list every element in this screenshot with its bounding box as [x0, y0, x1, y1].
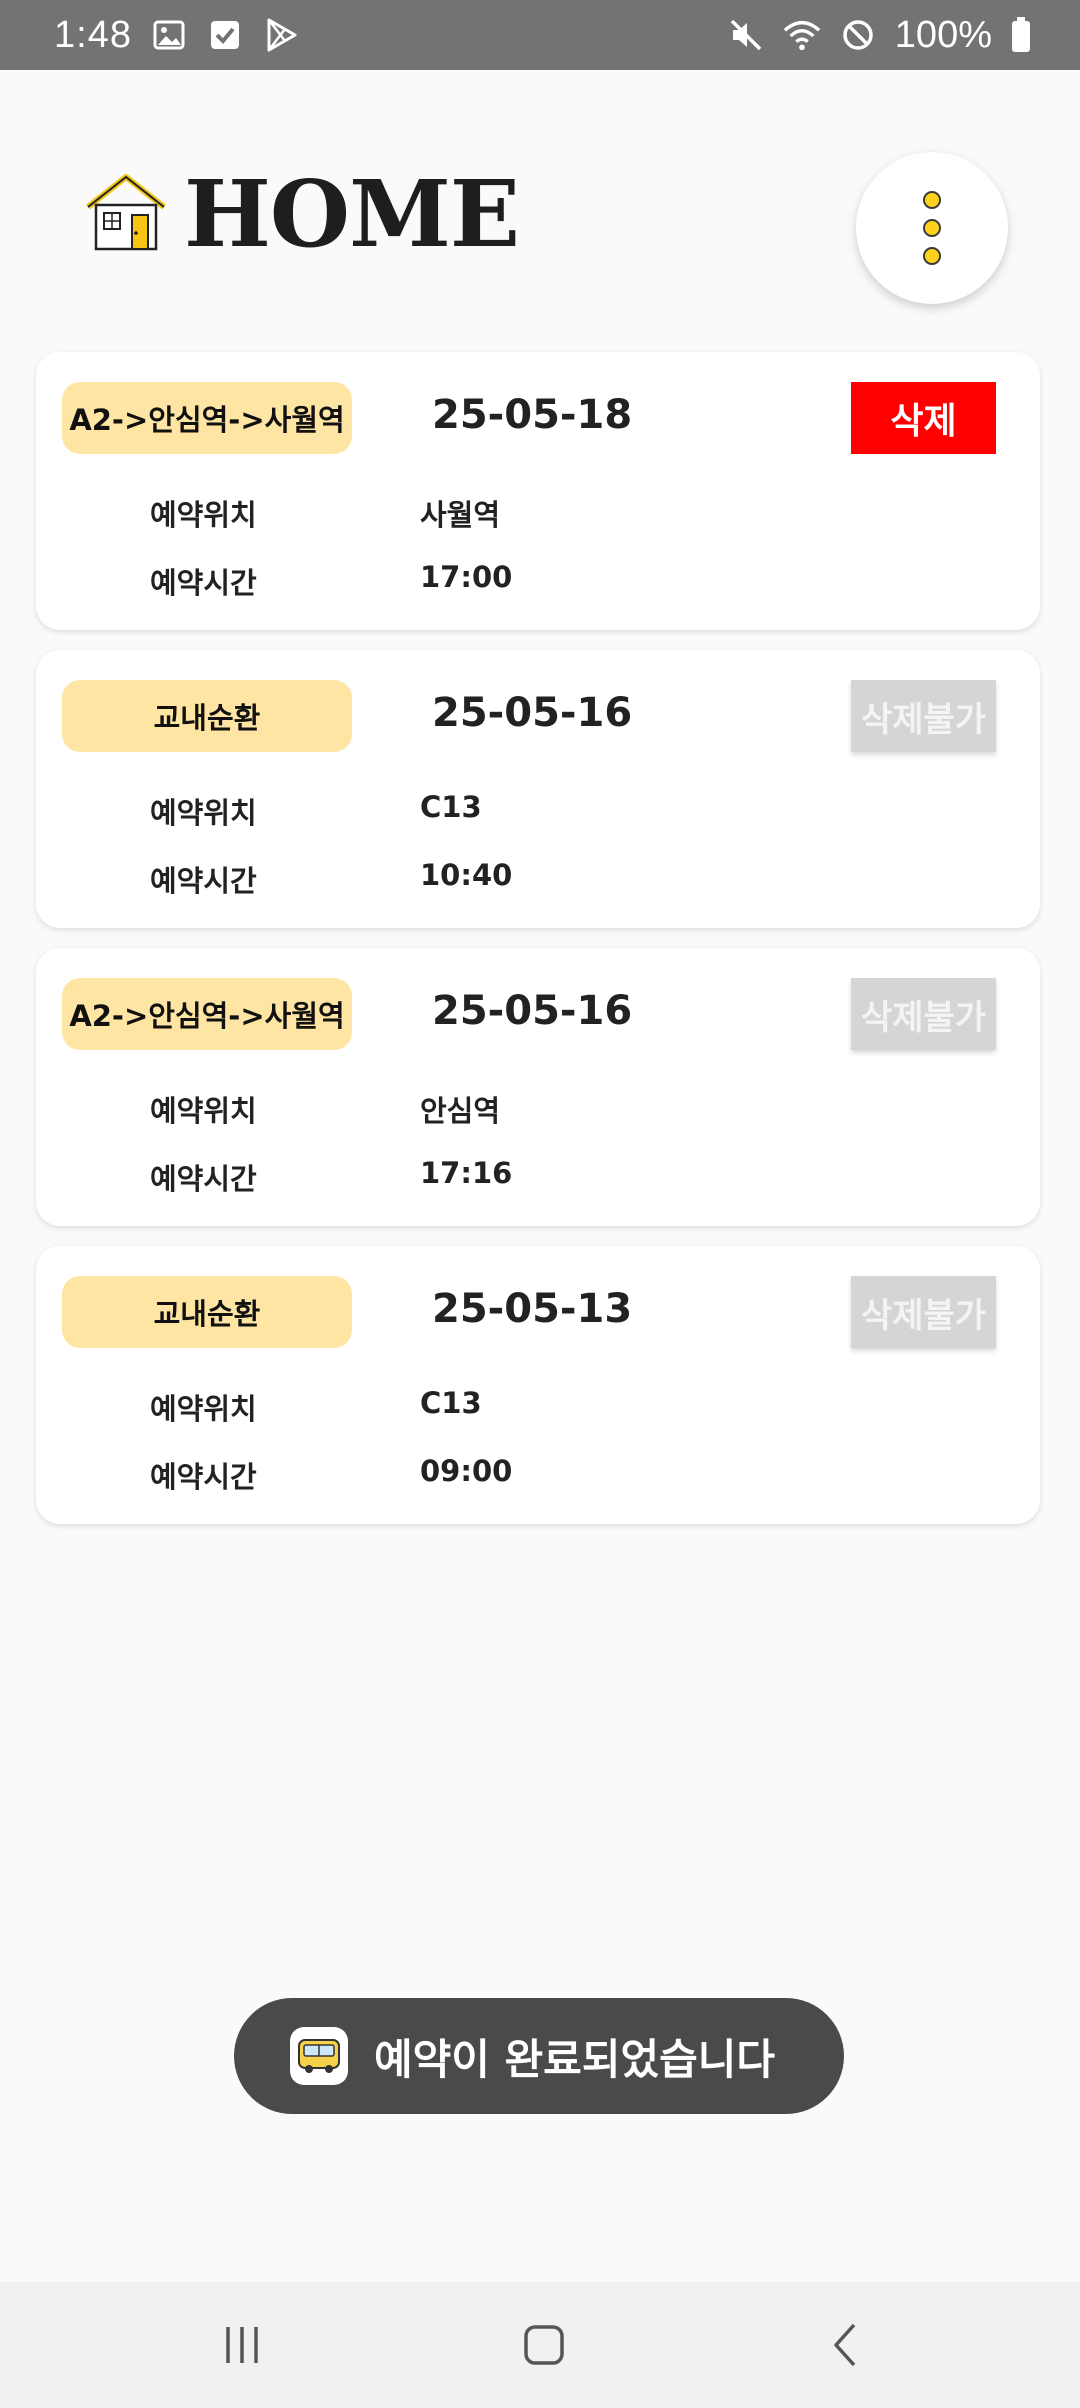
reservation-card: 교내순환 25-05-16 삭제불가 예약위치 C13 예약시간 10:40 — [36, 650, 1040, 928]
menu-dot — [923, 247, 941, 265]
reservation-card: A2->안심역->사월역 25-05-18 삭제 예약위치 사월역 예약시간 1… — [36, 352, 1040, 630]
house-icon — [86, 173, 166, 255]
do-not-disturb-icon — [839, 16, 877, 54]
recent-apps-icon — [226, 2327, 258, 2363]
home-icon — [524, 2325, 564, 2365]
delete-button[interactable]: 삭제 — [851, 382, 996, 454]
route-badge: 교내순환 — [62, 680, 352, 752]
battery-percent: 100% — [894, 13, 992, 56]
toast-text: 예약이 완료되었습니다 — [374, 2034, 776, 2084]
page-header: HOME — [86, 160, 520, 268]
wifi-icon — [783, 16, 821, 54]
time-value: 17:16 — [420, 1156, 513, 1190]
time-label: 예약시간 — [150, 566, 257, 600]
back-button[interactable] — [806, 2310, 886, 2380]
status-bar: 1:48 100% — [0, 0, 1080, 70]
menu-dot — [923, 219, 941, 237]
route-badge: A2->안심역->사월역 — [62, 382, 352, 454]
route-badge: 교내순환 — [62, 1276, 352, 1348]
time-label: 예약시간 — [150, 1162, 257, 1196]
time-label: 예약시간 — [150, 1460, 257, 1494]
reservation-date: 25-05-16 — [432, 690, 633, 736]
play-store-icon — [262, 16, 300, 54]
location-value: 안심역 — [420, 1094, 501, 1128]
reservation-card: 교내순환 25-05-13 삭제불가 예약위치 C13 예약시간 09:00 — [36, 1246, 1040, 1524]
toast-message: 예약이 완료되었습니다 — [234, 1998, 844, 2114]
location-value: C13 — [420, 790, 482, 824]
reservation-card: A2->안심역->사월역 25-05-16 삭제불가 예약위치 안심역 예약시간… — [36, 948, 1040, 1226]
reservation-date: 25-05-18 — [432, 392, 633, 438]
time-value: 17:00 — [420, 560, 513, 594]
delete-disabled-button[interactable]: 삭제불가 — [851, 1276, 996, 1348]
location-value: C13 — [420, 1386, 482, 1420]
gallery-icon — [150, 16, 188, 54]
location-label: 예약위치 — [150, 1094, 257, 1128]
battery-icon — [1010, 16, 1032, 54]
location-label: 예약위치 — [150, 796, 257, 830]
mute-icon — [727, 16, 765, 54]
location-label: 예약위치 — [150, 498, 257, 532]
time-label: 예약시간 — [150, 864, 257, 898]
location-value: 사월역 — [420, 498, 501, 532]
reservation-date: 25-05-13 — [432, 1286, 633, 1332]
delete-disabled-button[interactable]: 삭제불가 — [851, 680, 996, 752]
recent-apps-button[interactable] — [202, 2310, 282, 2380]
bus-icon — [290, 2027, 348, 2085]
reservation-date: 25-05-16 — [432, 988, 633, 1034]
delete-disabled-button[interactable]: 삭제불가 — [851, 978, 996, 1050]
home-button[interactable] — [504, 2310, 584, 2380]
route-badge: A2->안심역->사월역 — [62, 978, 352, 1050]
navigation-bar — [0, 2282, 1080, 2408]
time-value: 10:40 — [420, 858, 513, 892]
checkbox-icon — [206, 16, 244, 54]
status-time: 1:48 — [54, 13, 132, 56]
more-options-button[interactable] — [856, 152, 1008, 304]
location-label: 예약위치 — [150, 1392, 257, 1426]
time-value: 09:00 — [420, 1454, 513, 1488]
menu-dot — [923, 191, 941, 209]
back-icon — [834, 2323, 856, 2367]
page-title: HOME — [184, 160, 520, 268]
